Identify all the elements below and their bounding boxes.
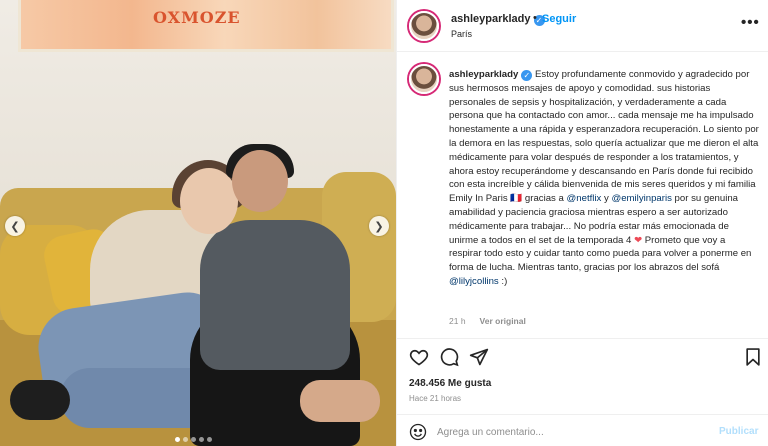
caption-text: y bbox=[601, 193, 612, 205]
comment-button[interactable] bbox=[439, 347, 459, 367]
post-photo[interactable]: OXMOZE ❮ ❯ bbox=[0, 0, 396, 446]
person-feet bbox=[300, 380, 380, 422]
carousel-dot bbox=[191, 437, 196, 442]
share-button[interactable] bbox=[469, 347, 489, 367]
carousel-dot bbox=[183, 437, 188, 442]
caption-avatar[interactable] bbox=[409, 64, 439, 94]
caption-text: :) bbox=[498, 275, 508, 287]
next-photo-button[interactable]: ❯ bbox=[369, 216, 389, 236]
carousel-dot bbox=[175, 437, 180, 442]
share-icon bbox=[469, 348, 489, 366]
bookmark-icon bbox=[746, 348, 760, 366]
person-top bbox=[200, 220, 350, 370]
post-details-panel: ashleyparklady ✓ • Seguir París ••• ashle… bbox=[396, 0, 768, 446]
carousel-dot bbox=[207, 437, 212, 442]
chevron-right-icon: ❯ bbox=[374, 220, 384, 233]
wall-painting: OXMOZE bbox=[18, 0, 394, 52]
caption-age: 21 h bbox=[449, 316, 466, 326]
see-original-button[interactable]: Ver original bbox=[480, 316, 526, 326]
person-socks bbox=[10, 380, 70, 420]
caption-username[interactable]: ashleyparklady bbox=[449, 69, 518, 80]
verified-badge-icon: ✓ bbox=[521, 70, 533, 81]
post-timestamp: Hace 21 horas bbox=[409, 394, 462, 403]
mention-link[interactable]: @emilyinparis bbox=[611, 193, 671, 204]
emoji-button[interactable] bbox=[409, 423, 427, 441]
username-link[interactable]: ashleyparklady bbox=[451, 13, 531, 25]
avatar[interactable] bbox=[409, 11, 439, 41]
painting-text: OXMOZE bbox=[153, 8, 241, 27]
header-username[interactable]: ashleyparklady ✓ bbox=[451, 13, 545, 26]
person-face bbox=[180, 168, 238, 234]
person-face bbox=[232, 150, 288, 212]
save-button[interactable] bbox=[743, 347, 763, 367]
follow-button[interactable]: Seguir bbox=[542, 13, 576, 25]
post-caption: ashleyparklady ✓ Estoy profundamente conm… bbox=[449, 68, 759, 289]
carousel-dots bbox=[175, 437, 212, 442]
mention-link[interactable]: @lilyjcollins bbox=[449, 276, 499, 287]
heart-emoji: ❤ bbox=[634, 234, 643, 246]
comment-bar: Publicar bbox=[397, 414, 768, 446]
header-separator: • bbox=[533, 12, 537, 24]
location-link[interactable]: París bbox=[451, 29, 472, 39]
caption-meta: 21 h Ver original bbox=[449, 316, 526, 326]
action-bar bbox=[397, 338, 768, 372]
previous-photo-button[interactable]: ❮ bbox=[5, 216, 25, 236]
caption-text: Estoy profundamente conmovido y agradeci… bbox=[449, 69, 759, 205]
comment-input[interactable] bbox=[437, 424, 707, 440]
like-button[interactable] bbox=[409, 347, 429, 367]
more-options-button[interactable]: ••• bbox=[741, 14, 760, 31]
heart-icon bbox=[409, 349, 429, 366]
post-header: ashleyparklady ✓ • Seguir París ••• bbox=[397, 0, 768, 52]
carousel-dot bbox=[199, 437, 204, 442]
publish-button[interactable]: Publicar bbox=[719, 426, 758, 437]
chevron-left-icon: ❮ bbox=[10, 220, 20, 233]
likes-count[interactable]: 248.456 Me gusta bbox=[409, 378, 491, 389]
mention-link[interactable]: @netflix bbox=[567, 193, 602, 204]
emoji-icon bbox=[409, 423, 427, 441]
comment-icon bbox=[440, 348, 459, 367]
